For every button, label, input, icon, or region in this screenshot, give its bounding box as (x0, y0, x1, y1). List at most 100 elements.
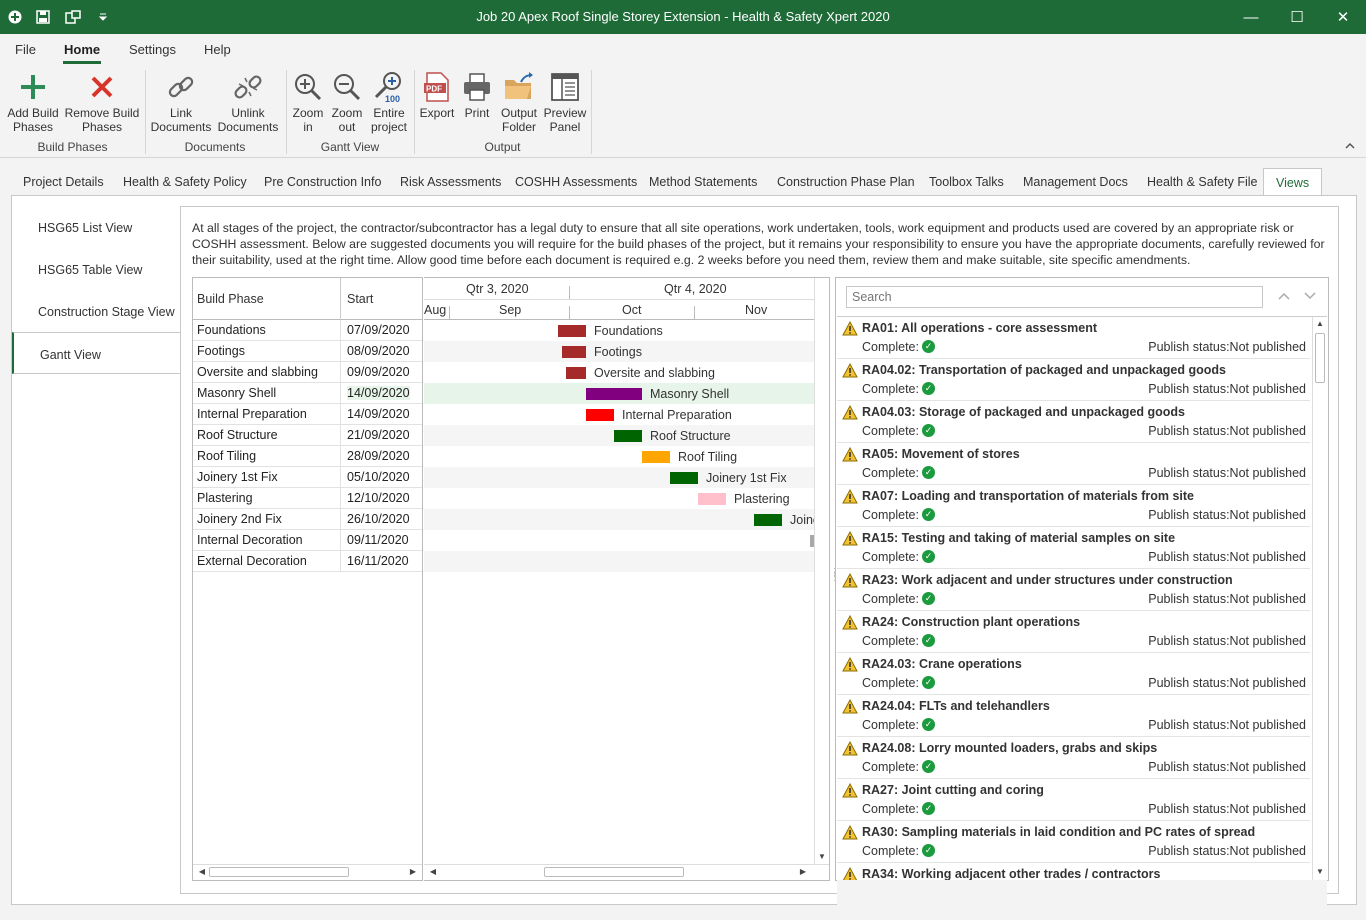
gantt-bar[interactable] (614, 430, 642, 442)
entire-project-button[interactable]: 100 Entire project (367, 70, 411, 134)
scroll-right-icon[interactable]: ▶ (406, 866, 420, 878)
risk-item[interactable]: RA24.04: FLTs and telehandlers Complete: ✓… (837, 695, 1310, 737)
scroll-up-icon[interactable]: ▲ (1313, 317, 1327, 331)
scroll-thumb[interactable] (544, 867, 684, 877)
nav-hsg65-table-view[interactable]: HSG65 Table View (12, 248, 180, 290)
grid-row[interactable]: Roof Tiling 28/09/2020 (193, 446, 422, 467)
menu-settings[interactable]: Settings (129, 42, 176, 57)
grid-row[interactable]: Footings 08/09/2020 (193, 341, 422, 362)
grid-row[interactable]: Joinery 2nd Fix 26/10/2020 (193, 509, 422, 530)
tab-construction-phase-plan[interactable]: Construction Phase Plan (777, 175, 915, 189)
minimize-button[interactable]: — (1228, 0, 1274, 34)
gantt-vertical-scrollbar[interactable]: ▼ (814, 278, 829, 866)
risk-item[interactable]: RA24: Construction plant operations Compl… (837, 611, 1310, 653)
save-icon[interactable] (34, 8, 52, 26)
gantt-bar[interactable] (562, 346, 586, 358)
gantt-bar[interactable] (698, 493, 726, 505)
scroll-right-icon[interactable]: ▶ (796, 866, 810, 878)
gantt-bar[interactable] (558, 325, 586, 337)
risk-item[interactable]: RA24.03: Crane operations Complete: ✓ Publi… (837, 653, 1310, 695)
risk-item[interactable]: RA05: Movement of stores Complete: ✓ Publis… (837, 443, 1310, 485)
publish-status: Publish status:Not published (1148, 634, 1306, 648)
nav-construction-stage-view[interactable]: Construction Stage View (12, 290, 180, 332)
month-label: Oct (622, 303, 642, 317)
splitter-handle[interactable]: ⋮⋮ (830, 568, 840, 586)
grid-row[interactable]: Joinery 1st Fix 05/10/2020 (193, 467, 422, 488)
publish-status: Publish status:Not published (1148, 718, 1306, 732)
build-phase-grid: Build Phase Start Foundations 07/09/2020 F… (192, 277, 423, 881)
tab-pre-construction-info[interactable]: Pre Construction Info (264, 175, 381, 189)
nav-hsg65-list-view[interactable]: HSG65 List View (12, 206, 180, 248)
link-documents-button[interactable]: Link Documents (150, 70, 212, 134)
menu-file[interactable]: File (15, 42, 36, 57)
scroll-left-icon[interactable]: ◀ (195, 866, 209, 878)
tab-bar: Project Details Health & Safety Policy P… (0, 158, 1366, 197)
zoom-out-button[interactable]: Zoom out (328, 70, 366, 134)
gantt-bar[interactable] (586, 388, 642, 400)
risk-vertical-scrollbar[interactable]: ▲ ▼ (1312, 317, 1327, 880)
phase-name: Masonry Shell (197, 386, 277, 400)
grid-row[interactable]: Plastering 12/10/2020 (193, 488, 422, 509)
scroll-left-icon[interactable]: ◀ (426, 866, 440, 878)
col-header-start[interactable]: Start (347, 292, 373, 306)
maximize-button[interactable]: ☐ (1274, 0, 1320, 34)
collapse-ribbon-icon[interactable] (1345, 142, 1355, 153)
print-button[interactable]: Print (460, 70, 494, 120)
grid-row[interactable]: Masonry Shell 14/09/2020 (193, 383, 422, 404)
tab-coshh-assessments[interactable]: COSHH Assessments (515, 175, 637, 189)
zoom-in-button[interactable]: Zoom in (289, 70, 327, 134)
add-icon[interactable] (6, 8, 24, 26)
previous-arrow-icon[interactable] (1278, 289, 1290, 304)
menu-home[interactable]: Home (64, 42, 100, 57)
search-input[interactable] (846, 286, 1263, 308)
tab-method-statements[interactable]: Method Statements (649, 175, 757, 189)
gantt-bar[interactable] (642, 451, 670, 463)
risk-item[interactable]: RA27: Joint cutting and coring Complete: ✓… (837, 779, 1310, 821)
grid-row[interactable]: Oversite and slabbing 09/09/2020 (193, 362, 422, 383)
grid-row[interactable]: External Decoration 16/11/2020 (193, 551, 422, 572)
scroll-down-icon[interactable]: ▼ (1313, 865, 1327, 879)
tab-views[interactable]: Views (1263, 168, 1323, 197)
nav-gantt-view[interactable]: Gantt View (12, 332, 180, 374)
layout-icon[interactable] (64, 8, 82, 26)
risk-item[interactable]: RA04.03: Storage of packaged and unpacka… (837, 401, 1310, 443)
scroll-down-icon[interactable]: ▼ (815, 850, 829, 864)
tab-management-docs[interactable]: Management Docs (1023, 175, 1128, 189)
tab-toolbox-talks[interactable]: Toolbox Talks (929, 175, 1004, 189)
dropdown-icon[interactable] (94, 8, 112, 26)
risk-item[interactable]: RA30: Sampling materials in laid conditi… (837, 821, 1310, 863)
grid-horizontal-scrollbar[interactable]: ◀ ▶ (193, 864, 422, 878)
menu-help[interactable]: Help (204, 42, 231, 57)
grid-row[interactable]: Internal Preparation 14/09/2020 (193, 404, 422, 425)
add-build-phases-button[interactable]: Add Build Phases (4, 70, 62, 134)
next-arrow-icon[interactable] (1304, 289, 1316, 304)
risk-item[interactable]: RA01: All operations - core assessment Co… (837, 317, 1310, 359)
risk-item[interactable]: RA23: Work adjacent and under structures… (837, 569, 1310, 611)
remove-build-phases-button[interactable]: Remove Build Phases (64, 70, 140, 134)
gantt-header: Qtr 3, 2020 Qtr 4, 2020 Aug Sep Oct Nov (424, 278, 829, 320)
tab-project-details[interactable]: Project Details (23, 175, 104, 189)
scroll-thumb[interactable] (1315, 333, 1325, 383)
unlink-documents-button[interactable]: Unlink Documents (216, 70, 280, 134)
tab-health-safety-file[interactable]: Health & Safety File (1147, 175, 1257, 189)
scroll-thumb[interactable] (209, 867, 349, 877)
grid-row[interactable]: Internal Decoration 09/11/2020 (193, 530, 422, 551)
tab-risk-assessments[interactable]: Risk Assessments (400, 175, 501, 189)
gantt-bar[interactable] (754, 514, 782, 526)
output-folder-button[interactable]: Output Folder (498, 70, 540, 134)
grid-row[interactable]: Foundations 07/09/2020 (193, 320, 422, 341)
gantt-horizontal-scrollbar[interactable]: ◀ ▶ (424, 864, 829, 878)
gantt-bar[interactable] (566, 367, 586, 379)
close-button[interactable]: ✕ (1320, 0, 1366, 34)
col-header-build-phase[interactable]: Build Phase (197, 292, 264, 306)
grid-row[interactable]: Roof Structure 21/09/2020 (193, 425, 422, 446)
tab-health-safety-policy[interactable]: Health & Safety Policy (123, 175, 247, 189)
risk-item[interactable]: RA15: Testing and taking of material sam… (837, 527, 1310, 569)
preview-panel-button[interactable]: Preview Panel (542, 70, 588, 134)
export-button[interactable]: PDF Export (418, 70, 456, 120)
gantt-bar[interactable] (586, 409, 614, 421)
risk-item[interactable]: RA24.08: Lorry mounted loaders, grabs an… (837, 737, 1310, 779)
risk-item[interactable]: RA04.02: Transportation of packaged and … (837, 359, 1310, 401)
gantt-bar[interactable] (670, 472, 698, 484)
risk-item[interactable]: RA07: Loading and transportation of mate… (837, 485, 1310, 527)
